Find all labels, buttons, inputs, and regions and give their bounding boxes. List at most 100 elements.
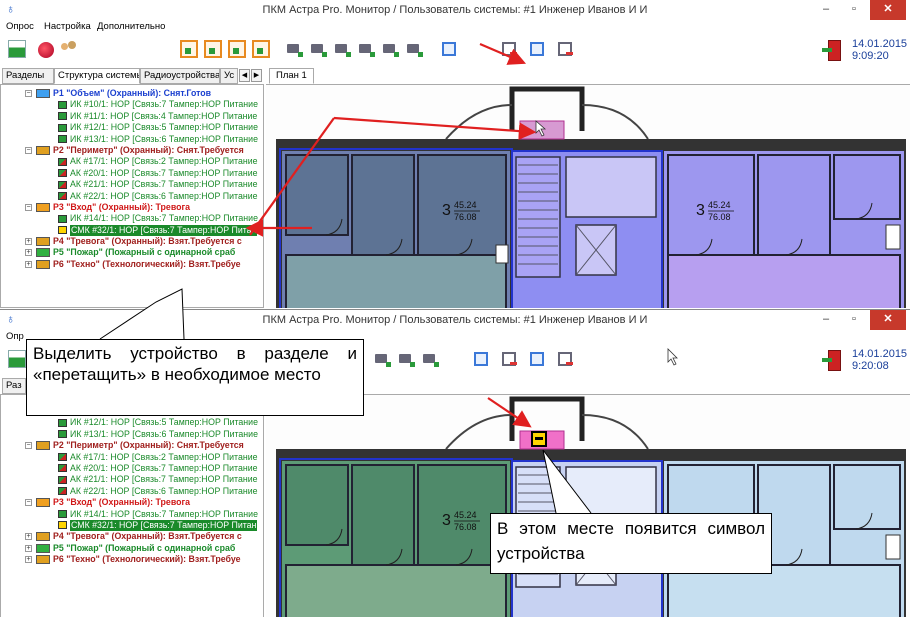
add-partition-icon[interactable] [180,40,198,58]
tree-partition-row[interactable]: − P3 "Вход" (Охранный): Тревога [1,497,263,508]
tab-partitions[interactable]: Раз [2,378,26,394]
tree-partition-row[interactable]: + P6 "Техно" (Технологический): Взят.Треб… [1,554,263,565]
expand-toggle-icon[interactable]: − [25,499,32,507]
plan-delete-icon[interactable] [556,40,574,58]
tab-scroll-left-icon[interactable]: ◀ [239,69,250,82]
expand-toggle-icon[interactable]: + [25,533,32,541]
menu-item-extra[interactable]: Дополнительно [97,21,165,32]
minimize-button[interactable]: – [812,0,840,20]
tree-row-label: АК #21/1: НОР [Связь:7 Тампер:НОР Питани… [70,474,258,485]
tree-device-row[interactable]: АК #22/1: НОР [Связь:6 Тампер:НОР Питани… [1,191,263,202]
tree-row-label: ИК #12/1: НОР [Связь:5 Тампер:НОР Питани… [70,122,258,133]
tree-device-row[interactable]: ИК #14/1: НОР [Связь:7 Тампер:НОР Питани… [1,213,263,224]
tree-device-row[interactable]: ИК #11/1: НОР [Связь:4 Тампер:НОР Питани… [1,111,263,122]
tree-device-row[interactable]: ИК #12/1: НОР [Связь:5 Тампер:НОР Питани… [1,122,263,133]
device-tool-6-icon[interactable] [406,40,424,58]
tab-radio-devices[interactable]: Радиоустройства [140,68,220,84]
tree-device-row[interactable]: АК #17/1: НОР [Связь:2 Тампер:НОР Питани… [1,156,263,167]
callout-device-appears: В этом месте появится символ устройства [490,513,772,574]
date-text: 14.01.2015 [852,348,908,360]
tree-partition-row[interactable]: + P5 "Пожар" (Пожарный с одинарной сраб [1,543,263,554]
fixture-right [885,224,901,250]
expand-toggle-icon[interactable]: + [25,249,32,257]
tree-device-row[interactable]: АК #21/1: НОР [Связь:7 Тампер:НОР Питани… [1,179,263,190]
room-left-bottom [285,564,507,617]
tab-scroll-right-icon[interactable]: ▶ [251,69,262,82]
exit-icon[interactable] [822,350,841,371]
tab-partitions[interactable]: Разделы [2,68,54,84]
device-icon [58,430,67,439]
apartment-area-num: 45.24 [454,200,477,210]
plan-move-icon[interactable] [500,350,518,368]
stairwell [515,156,561,278]
expand-toggle-icon[interactable]: + [25,260,32,268]
tree-device-row[interactable]: СМК #32/1: НОР [Связь:7 Тампер:НОР Питан [1,224,263,237]
tree-device-row[interactable]: АК #20/1: НОР [Связь:7 Тампер:НОР Питани… [1,463,263,474]
alarm-icon[interactable] [38,42,54,58]
expand-toggle-icon[interactable]: + [25,238,32,246]
maximize-button[interactable]: ▫ [840,0,868,20]
close-button[interactable]: ✕ [870,0,906,20]
expand-toggle-icon[interactable]: − [25,90,32,97]
tab-system-structure[interactable]: Структура системы [54,68,140,84]
tree-partition-row[interactable]: − P2 "Периметр" (Охранный): Снят.Требуетс… [1,440,263,451]
journal-icon[interactable] [8,350,26,368]
menu-item-poll[interactable]: Опрос [6,21,34,32]
device-tool-3-icon[interactable] [334,40,352,58]
tree-device-row[interactable]: АК #22/1: НОР [Связь:6 Тампер:НОР Питани… [1,486,263,497]
tree-partition-row[interactable]: + P5 "Пожар" (Пожарный с одинарной сраб [1,247,263,258]
tree-device-row[interactable]: АК #21/1: НОР [Связь:7 Тампер:НОР Питани… [1,474,263,485]
expand-toggle-icon[interactable]: − [25,203,32,211]
plan-select-icon[interactable] [530,352,544,366]
tree-partition-row[interactable]: − P2 "Периметр" (Охранный): Снят.Требуетс… [1,145,263,156]
tree-device-row[interactable]: ИК #12/1: НОР [Связь:5 Тампер:НОР Питани… [1,417,263,428]
plan-edit-icon[interactable] [474,352,488,366]
tree-device-row[interactable]: АК #17/1: НОР [Связь:2 Тампер:НОР Питани… [1,452,263,463]
plan-edit-icon[interactable] [442,42,456,56]
floor-plan-canvas[interactable]: 3 45.2476.08 3 45.2476.08 [266,85,910,308]
device-tool-5-icon[interactable] [398,350,416,368]
device-tool-4-icon[interactable] [358,40,376,58]
partition-icon [36,89,50,98]
expand-toggle-icon[interactable]: − [25,146,32,154]
tree-device-row[interactable]: ИК #13/1: НОР [Связь:6 Тампер:НОР Питани… [1,134,263,145]
tree-partition-row[interactable]: + P4 "Тревога" (Охранный): Взят.Требуется… [1,531,263,542]
plan-select-icon[interactable] [530,42,544,56]
add-partition-3-icon[interactable] [228,40,246,58]
expand-toggle-icon[interactable]: + [25,544,32,552]
add-partition-4-icon[interactable] [252,40,270,58]
journal-icon[interactable] [8,40,26,58]
device-tool-1-icon[interactable] [286,40,304,58]
device-tool-6-icon[interactable] [422,350,440,368]
device-tool-4-icon[interactable] [374,350,392,368]
plan-move-icon[interactable] [500,40,518,58]
users-icon[interactable] [60,40,78,58]
exit-icon[interactable] [822,40,841,61]
tab-devices[interactable]: Ус [220,68,238,84]
device-tool-2-icon[interactable] [310,40,328,58]
tree-device-row[interactable]: ИК #14/1: НОР [Связь:7 Тампер:НОР Питани… [1,509,263,520]
tree-partition-row[interactable]: − P1 "Объем" (Охранный): Снят.Готов [1,88,263,99]
close-button[interactable]: ✕ [870,310,906,330]
tree-device-row[interactable]: СМК #32/1: НОР [Связь:7 Тампер:НОР Питан [1,519,263,532]
tab-plan-1[interactable]: План 1 [269,68,314,84]
floor-plan[interactable]: 3 45.24 76.08 3 45.24 76.08 [266,84,910,308]
floor-plan-canvas[interactable]: 3 45.24 76.08 [266,395,910,617]
floor-plan[interactable]: 3 45.24 76.08 [266,394,910,617]
apartment-area-num: 45.24 [454,510,477,520]
tree-device-row[interactable]: АК #20/1: НОР [Связь:7 Тампер:НОР Питани… [1,168,263,179]
tree-partition-row[interactable]: + P6 "Техно" (Технологический): Взят.Треб… [1,259,263,270]
minimize-button[interactable]: – [812,310,840,330]
tree-partition-row[interactable]: + P4 "Тревога" (Охранный): Взят.Требуется… [1,236,263,247]
tree-partition-row[interactable]: − P3 "Вход" (Охранный): Тревога [1,202,263,213]
tree-device-row[interactable]: ИК #10/1: НОР [Связь:7 Тампер:НОР Питани… [1,99,263,110]
plan-delete-icon[interactable] [556,350,574,368]
expand-toggle-icon[interactable]: + [25,556,32,564]
maximize-button[interactable]: ▫ [840,310,868,330]
menu-item-poll[interactable]: Опр [6,331,24,342]
tree-device-row[interactable]: ИК #13/1: НОР [Связь:6 Тампер:НОР Питани… [1,429,263,440]
menu-item-settings[interactable]: Настройка [44,21,91,32]
expand-toggle-icon[interactable]: − [25,442,32,450]
add-partition-2-icon[interactable] [204,40,222,58]
device-tool-5-icon[interactable] [382,40,400,58]
